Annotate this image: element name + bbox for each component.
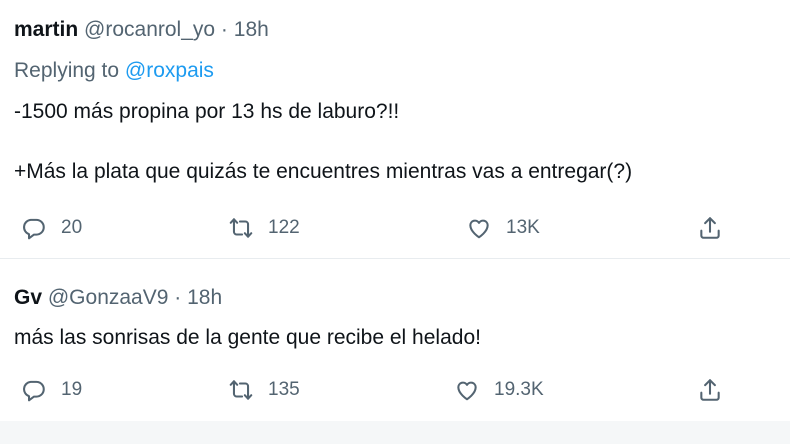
author-name[interactable]: martin	[14, 18, 78, 41]
reply-button[interactable]: 19	[21, 373, 82, 407]
replying-prefix: Replying to	[14, 59, 120, 82]
author-name[interactable]: Gv	[14, 286, 42, 309]
tweet-text-line: -1500 más propina por 13 hs de laburo?!!	[14, 100, 400, 123]
tweet-header: Gv @GonzaaV9 · 18h	[14, 286, 222, 310]
retweet-icon	[229, 218, 253, 238]
timestamp[interactable]: 18h	[187, 286, 222, 309]
retweet-count: 122	[268, 217, 300, 238]
like-button[interactable]: 19.3K	[454, 373, 544, 407]
heart-icon	[469, 219, 489, 239]
like-count: 13K	[506, 217, 540, 238]
tweet-text-line: +Más la plata que quizás te encuentres m…	[14, 160, 633, 183]
heart-icon	[457, 381, 477, 401]
author-handle[interactable]: @GonzaaV9	[48, 286, 169, 309]
author-handle[interactable]: @rocanrol_yo	[84, 18, 215, 41]
reply-icon	[23, 218, 45, 240]
separator-dot: ·	[220, 18, 228, 41]
replying-to: Replying to @roxpais	[14, 59, 214, 83]
reply-count: 20	[61, 217, 83, 238]
share-icon	[700, 379, 720, 401]
like-count: 19.3K	[494, 379, 544, 400]
reply-button[interactable]: 20	[21, 211, 82, 245]
tweet[interactable]: martin @rocanrol_yo · 18h Replying to @r…	[0, 0, 790, 259]
separator-dot: ·	[174, 286, 182, 309]
feed-footer	[0, 421, 790, 444]
retweet-button[interactable]: 122	[228, 211, 300, 245]
timestamp[interactable]: 18h	[234, 18, 269, 41]
action-bar: 19 135 19.3K	[0, 373, 790, 407]
retweet-count: 135	[268, 379, 300, 400]
like-button[interactable]: 13K	[466, 211, 540, 245]
retweet-icon	[229, 380, 253, 400]
reply-icon	[23, 380, 45, 402]
mention-link[interactable]: @roxpais	[125, 59, 214, 82]
share-button[interactable]	[697, 211, 723, 245]
reply-count: 19	[61, 379, 83, 400]
action-bar: 20 122 13K	[0, 211, 790, 245]
tweet[interactable]: Gv @GonzaaV9 · 18h más las sonrisas de l…	[0, 259, 790, 420]
share-button[interactable]	[697, 373, 723, 407]
tweet-header: martin @rocanrol_yo · 18h	[14, 18, 269, 42]
retweet-button[interactable]: 135	[228, 373, 300, 407]
tweet-text-line: más las sonrisas de la gente que recibe …	[14, 326, 481, 349]
share-icon	[700, 217, 720, 239]
